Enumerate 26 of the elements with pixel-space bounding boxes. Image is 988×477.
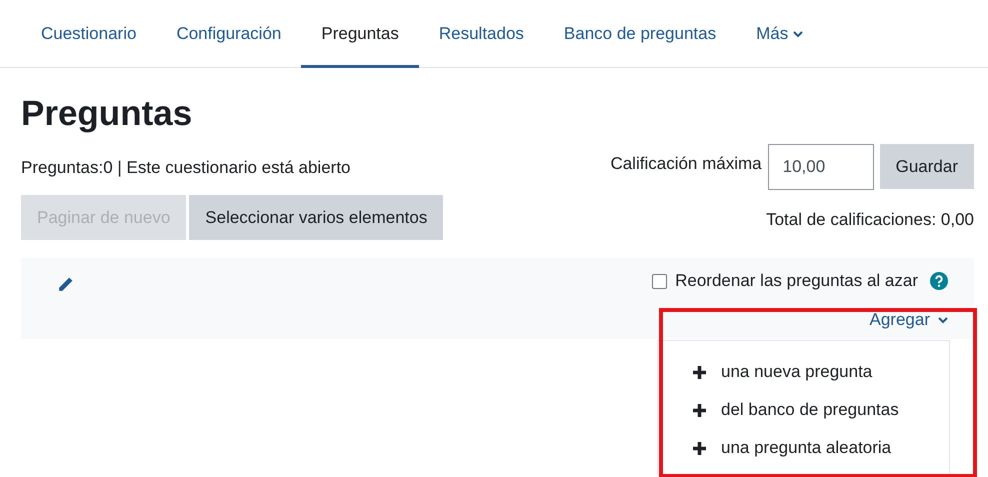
total-grades: Total de calificaciones: 0,00	[766, 210, 974, 230]
nav-tab[interactable]: Configuración	[156, 0, 302, 68]
menu-item[interactable]: una pregunta aleatoria	[658, 429, 949, 467]
max-grade-label: Calificación máxima	[610, 154, 762, 174]
nav-tab[interactable]: Preguntas	[301, 0, 419, 68]
checkbox[interactable]	[652, 274, 668, 288]
pencil-icon[interactable]	[57, 276, 74, 292]
nav-tab[interactable]: Cuestionario	[21, 0, 156, 68]
plus-icon	[692, 440, 707, 456]
help-icon[interactable]	[930, 272, 948, 290]
checkbox-label: Reordenar las preguntas al azar	[675, 271, 918, 291]
max-grade-field[interactable]: 10,00	[768, 144, 874, 190]
nav-tab[interactable]: Banco de preguntas	[544, 0, 736, 68]
action-button[interactable]: Seleccionar varios elementos	[189, 195, 444, 240]
chevron-icon	[793, 30, 804, 38]
menu-item[interactable]: del banco de preguntas	[658, 391, 949, 429]
nav-tab[interactable]: Más	[736, 0, 824, 68]
plus-icon	[692, 364, 707, 380]
add-menu-toggle[interactable]: Agregar	[870, 310, 948, 330]
menu-item[interactable]: una nueva pregunta	[658, 353, 949, 391]
quiz-status: Preguntas:0 | Este cuestionario está abierto	[21, 158, 350, 178]
plus-icon	[692, 402, 707, 418]
save-button[interactable]: Guardar	[880, 144, 974, 189]
nav-tab[interactable]: Resultados	[418, 0, 544, 68]
chevron-icon	[938, 316, 948, 324]
page-heading: Preguntas	[21, 94, 194, 134]
